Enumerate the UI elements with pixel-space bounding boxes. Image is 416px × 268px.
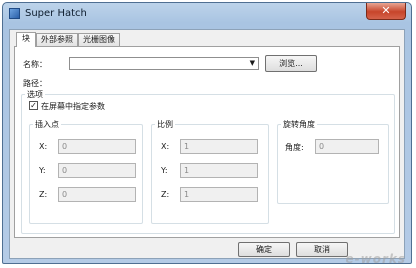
tab-xref[interactable]: 外部参照 [36, 33, 78, 46]
dialog-client-area: 块 外部参照 光栅图像 名称： ▼ 浏览... 路径： 选项 ✓ 在屏幕中指定参… [9, 29, 405, 259]
watermark-logo: e-works [345, 252, 406, 266]
options-group-title: 选项 [25, 89, 45, 100]
path-label: 路径： [23, 79, 47, 88]
close-button[interactable]: ✕ [366, 3, 406, 20]
rotation-angle-label: 角度: [285, 143, 304, 152]
insertion-x-field[interactable]: 0 [58, 139, 136, 154]
scale-y-label: Y: [161, 166, 168, 175]
title-bar[interactable]: Super Hatch ✕ [3, 3, 411, 25]
window-title: Super Hatch [25, 8, 87, 19]
tab-raster-image[interactable]: 光栅图像 [78, 33, 120, 46]
rotation-title: 旋转角度 [281, 119, 317, 130]
scale-x-label: X: [161, 142, 170, 151]
chevron-down-icon[interactable]: ▼ [250, 58, 255, 69]
tab-block[interactable]: 块 [16, 32, 36, 47]
name-combobox[interactable]: ▼ [69, 57, 259, 70]
insertion-z-label: Z: [39, 190, 48, 199]
insertion-x-label: X: [39, 142, 48, 151]
specify-on-screen-label[interactable]: 在屏幕中指定参数 [41, 101, 105, 112]
scale-z-label: Z: [161, 190, 170, 199]
rotation-angle-field[interactable]: 0 [315, 139, 379, 154]
super-hatch-dialog: Super Hatch ✕ 块 外部参照 光栅图像 名称： ▼ 浏览... 路径… [2, 2, 412, 264]
app-icon [9, 8, 20, 19]
insertion-point-title: 插入点 [33, 119, 61, 130]
tab-panel-block: 名称： ▼ 浏览... 路径： 选项 ✓ 在屏幕中指定参数 插入点 X: 0 Y… [14, 46, 400, 238]
scale-title: 比例 [155, 119, 175, 130]
scale-y-field[interactable]: 1 [180, 163, 258, 178]
ok-button[interactable]: 确定 [238, 242, 290, 257]
cancel-button[interactable]: 取消 [296, 242, 348, 257]
insertion-y-field[interactable]: 0 [58, 163, 136, 178]
specify-on-screen-checkbox[interactable]: ✓ [29, 101, 38, 110]
name-label: 名称： [23, 60, 47, 69]
rotation-group [277, 124, 389, 204]
scale-z-field[interactable]: 1 [180, 187, 258, 202]
browse-button[interactable]: 浏览... [265, 55, 317, 72]
insertion-y-label: Y: [39, 166, 46, 175]
scale-x-field[interactable]: 1 [180, 139, 258, 154]
insertion-z-field[interactable]: 0 [58, 187, 136, 202]
